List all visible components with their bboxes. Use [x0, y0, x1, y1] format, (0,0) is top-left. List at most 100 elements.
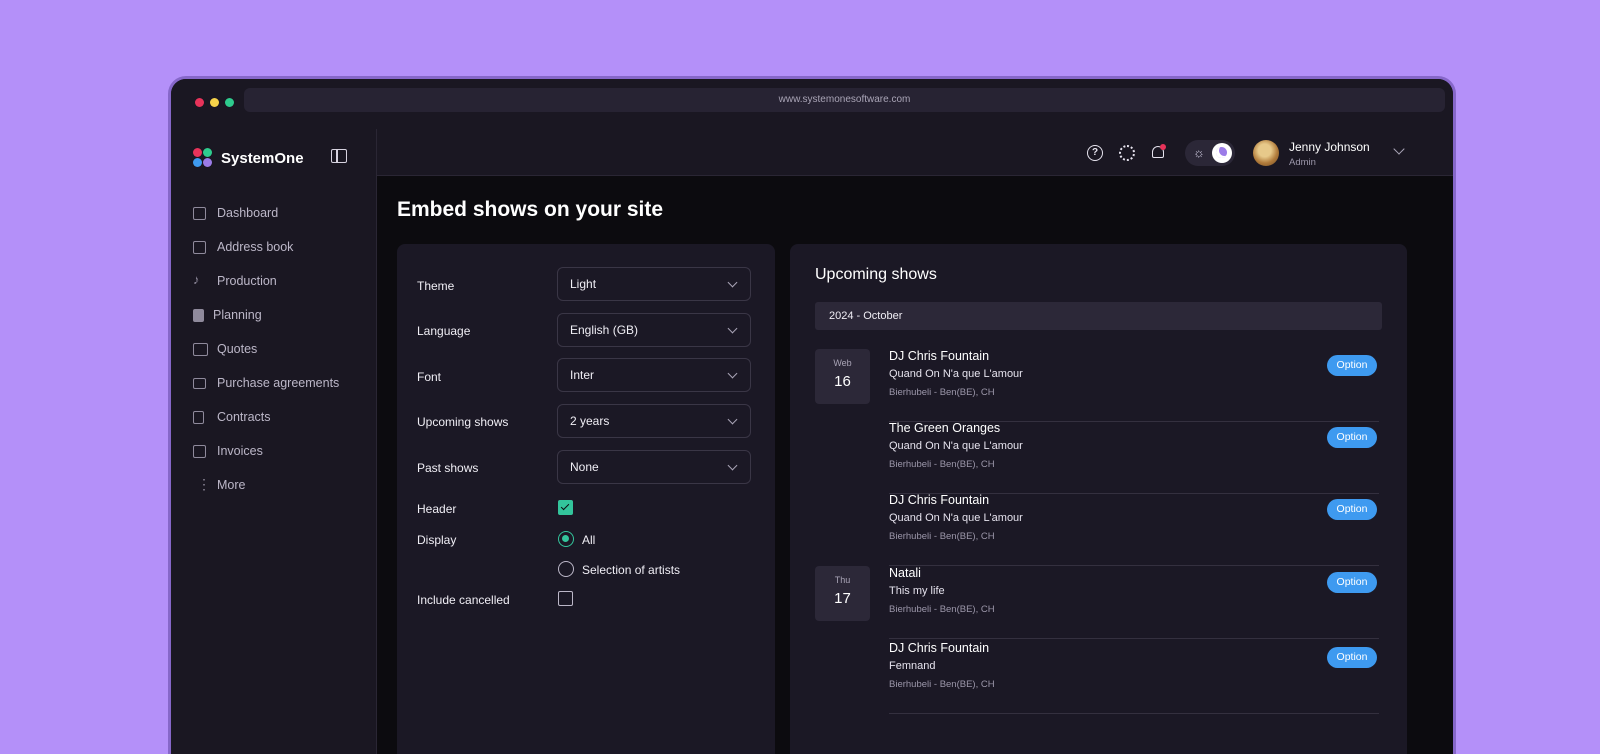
help-icon[interactable]: ? [1087, 145, 1103, 161]
sidebar-item-contracts[interactable]: Contracts [193, 400, 363, 434]
mail-icon [193, 377, 206, 389]
main-content: Embed shows on your site Theme Light Lan… [377, 176, 1453, 754]
show-subtitle: Quand On N'a que L'amour [889, 440, 1023, 452]
language-label: Language [417, 324, 471, 338]
close-window-dot[interactable] [195, 98, 204, 107]
date-badge: Thu 17 [815, 566, 870, 621]
sidebar-item-label: Production [217, 274, 277, 288]
option-badge[interactable]: Option [1327, 355, 1377, 376]
sidebar-item-label: Planning [213, 308, 262, 322]
show-item[interactable]: DJ Chris Fountain Quand On N'a que L'amo… [889, 493, 1379, 566]
chevron-down-icon[interactable] [1393, 143, 1405, 155]
sun-icon: ☼ [1193, 145, 1205, 160]
sidebar-item-address-book[interactable]: Address book [193, 230, 363, 264]
display-radio-all[interactable] [558, 531, 574, 547]
theme-label: Theme [417, 279, 455, 293]
sidebar-item-label: Purchase agreements [217, 376, 340, 390]
music-note-icon [193, 272, 206, 288]
sidebar-nav: Dashboard Address book Production Planni… [193, 196, 363, 502]
show-subtitle: Femnand [889, 660, 936, 672]
settings-icon[interactable] [1119, 145, 1135, 161]
moon-icon [1212, 143, 1232, 163]
include-cancelled-checkbox[interactable] [558, 591, 573, 606]
date-day: 16 [834, 373, 851, 390]
upcoming-shows-select[interactable]: 2 years [557, 404, 751, 438]
sidebar-item-more[interactable]: More [193, 468, 363, 502]
more-vertical-icon [193, 476, 211, 493]
sidebar-item-label: More [217, 478, 246, 492]
systemone-logo-icon [193, 148, 213, 168]
theme-select[interactable]: Light [557, 267, 751, 301]
sidebar-item-planning[interactable]: Planning [193, 298, 363, 332]
sidebar-item-purchase-agreements[interactable]: Purchase agreements [193, 366, 363, 400]
bell-icon[interactable] [1150, 144, 1166, 162]
option-badge[interactable]: Option [1327, 647, 1377, 668]
show-location: Bierhubeli - Ben(BE), CH [889, 459, 995, 470]
month-header: 2024 - October [815, 302, 1382, 330]
show-subtitle: Quand On N'a que L'amour [889, 512, 1023, 524]
topbar: ? ☼ Jenny Johnson Admin [377, 129, 1453, 176]
show-title: Natali [889, 566, 921, 580]
past-shows-label: Past shows [417, 461, 479, 475]
include-cancelled-label: Include cancelled [417, 593, 510, 607]
option-badge[interactable]: Option [1327, 427, 1377, 448]
date-weekday: Web [833, 358, 852, 368]
show-subtitle: This my life [889, 585, 945, 597]
display-radio-selection[interactable] [558, 561, 574, 577]
brand[interactable]: SystemOne [193, 145, 304, 171]
upcoming-shows-panel: Upcoming shows 2024 - October Web 16 Thu… [790, 244, 1407, 754]
notification-badge [1160, 144, 1166, 150]
calendar-icon [193, 308, 204, 322]
address-bar[interactable]: www.systemonesoftware.com [244, 88, 1445, 112]
show-title: DJ Chris Fountain [889, 493, 990, 507]
sidebar: SystemOne Dashboard Address book Product… [171, 129, 377, 754]
language-select[interactable]: English (GB) [557, 313, 751, 347]
date-badge: Web 16 [815, 349, 870, 404]
show-item[interactable]: DJ Chris Fountain Quand On N'a que L'amo… [889, 349, 1379, 422]
book-icon [193, 342, 208, 356]
document-icon [193, 410, 204, 424]
upcoming-shows-label: Upcoming shows [417, 415, 509, 429]
header-checkbox[interactable] [558, 500, 573, 515]
sidebar-item-dashboard[interactable]: Dashboard [193, 196, 363, 230]
brand-name: SystemOne [221, 149, 304, 167]
sidebar-toggle-icon[interactable] [331, 149, 347, 163]
show-item[interactable]: The Green Oranges Quand On N'a que L'amo… [889, 421, 1379, 494]
show-item[interactable]: DJ Chris Fountain Femnand Bierhubeli - B… [889, 641, 1379, 714]
sidebar-item-label: Invoices [217, 444, 263, 458]
date-day: 17 [834, 590, 851, 607]
show-item[interactable]: Natali This my life Bierhubeli - Ben(BE)… [889, 566, 1379, 639]
upcoming-shows-title: Upcoming shows [815, 266, 937, 283]
maximize-window-dot[interactable] [225, 98, 234, 107]
show-location: Bierhubeli - Ben(BE), CH [889, 387, 995, 398]
theme-toggle[interactable]: ☼ [1185, 140, 1235, 166]
avatar[interactable] [1253, 140, 1279, 166]
sidebar-item-quotes[interactable]: Quotes [193, 332, 363, 366]
minimize-window-dot[interactable] [210, 98, 219, 107]
sidebar-item-label: Quotes [217, 342, 258, 356]
past-shows-select[interactable]: None [557, 450, 751, 484]
font-select[interactable]: Inter [557, 358, 751, 392]
sidebar-item-invoices[interactable]: Invoices [193, 434, 363, 468]
embed-settings-form: Theme Light Language English (GB) Font I… [397, 244, 775, 754]
sidebar-item-production[interactable]: Production [193, 264, 363, 298]
show-location: Bierhubeli - Ben(BE), CH [889, 531, 995, 542]
sidebar-item-label: Contracts [217, 410, 271, 424]
user-name: Jenny Johnson [1289, 140, 1370, 154]
header-label: Header [417, 502, 457, 516]
show-title: DJ Chris Fountain [889, 641, 990, 655]
invoice-icon [193, 444, 206, 458]
page-title: Embed shows on your site [397, 198, 664, 221]
date-weekday: Thu [834, 575, 851, 585]
address-book-icon [193, 240, 206, 254]
display-label: Display [417, 533, 457, 547]
show-location: Bierhubeli - Ben(BE), CH [889, 679, 995, 690]
sidebar-item-label: Dashboard [217, 206, 279, 220]
app-window: www.systemonesoftware.com SystemOne Dash… [168, 76, 1456, 754]
display-option-all: All [582, 533, 596, 547]
show-location: Bierhubeli - Ben(BE), CH [889, 604, 995, 615]
browser-titlebar: www.systemonesoftware.com [171, 79, 1453, 129]
font-label: Font [417, 370, 442, 384]
option-badge[interactable]: Option [1327, 572, 1377, 593]
option-badge[interactable]: Option [1327, 499, 1377, 520]
